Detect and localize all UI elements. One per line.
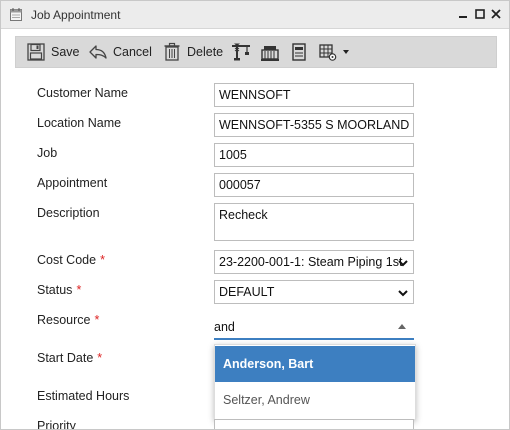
building-icon [261,46,279,61]
resource-label: Resource * [37,313,99,327]
dropdown-option[interactable]: Seltzer, Andrew [215,382,415,418]
window-title: Job Appointment [31,8,121,22]
chevron-down-icon [398,290,408,297]
minimize-button[interactable] [455,6,471,22]
grid-settings-icon [319,44,337,61]
resource-combobox[interactable] [214,313,414,340]
cancel-label: Cancel [113,45,152,59]
form-tool-button[interactable] [289,37,309,67]
cost-code-value: 23-2200-001-1: Steam Piping 1st [219,255,403,269]
chevron-down-icon [398,260,408,267]
close-button[interactable] [488,6,504,22]
delete-button[interactable]: Delete [162,37,223,67]
priority-field[interactable] [214,419,414,429]
resource-input[interactable] [214,317,384,337]
cost-code-label-text: Cost Code [37,253,97,267]
customer-name-field[interactable] [214,83,414,107]
caret-up-icon[interactable] [398,323,406,329]
estimated-hours-label: Estimated Hours [37,389,130,403]
calendar-icon [10,8,22,21]
save-label: Save [51,45,80,59]
priority-label: Priority [37,419,76,430]
status-label: Status * [37,283,81,297]
resource-label-text: Resource [37,313,91,327]
description-field[interactable]: Recheck [214,203,414,241]
maximize-icon [475,9,485,19]
appointment-label: Appointment [37,176,108,190]
required-marker: * [94,313,100,327]
required-marker: * [76,283,82,297]
crane-icon [232,43,250,61]
status-value: DEFAULT [219,285,275,299]
save-icon [27,43,45,61]
save-button[interactable]: Save [26,37,80,67]
description-label: Description [37,206,100,220]
location-name-label: Location Name [37,116,122,130]
dropdown-option[interactable]: Anderson, Bart [215,346,415,382]
close-icon [491,9,501,19]
required-marker: * [97,351,103,365]
minimize-icon [459,16,467,18]
crane-tool-button[interactable] [231,37,251,67]
more-options-button[interactable] [318,37,351,67]
chevron-down-icon [343,50,349,54]
document-icon [292,43,306,61]
status-select[interactable]: DEFAULT [214,280,414,304]
resource-dropdown-list: Anderson, Bart Seltzer, Andrew [214,344,416,420]
equipment-tool-button[interactable] [260,37,280,67]
delete-label: Delete [187,45,224,59]
title-bar: Job Appointment [1,1,509,29]
location-name-field[interactable] [214,113,414,137]
cost-code-select[interactable]: 23-2200-001-1: Steam Piping 1st [214,250,414,274]
job-label: Job [37,146,58,160]
toolbar: Save Cancel Delete [15,36,497,68]
job-field[interactable] [214,143,414,167]
start-date-label-text: Start Date [37,351,94,365]
job-appointment-window: Job Appointment Save Cancel Delete Custo… [0,0,510,430]
undo-arrow-icon [89,45,107,59]
customer-name-label: Customer Name [37,86,128,100]
status-label-text: Status [37,283,73,297]
maximize-button[interactable] [472,6,488,22]
cancel-button[interactable]: Cancel [88,37,152,67]
cost-code-label: Cost Code * [37,253,105,267]
start-date-label: Start Date * [37,351,102,365]
trash-icon [164,42,180,61]
required-marker: * [100,253,105,267]
appointment-field[interactable] [214,173,414,197]
